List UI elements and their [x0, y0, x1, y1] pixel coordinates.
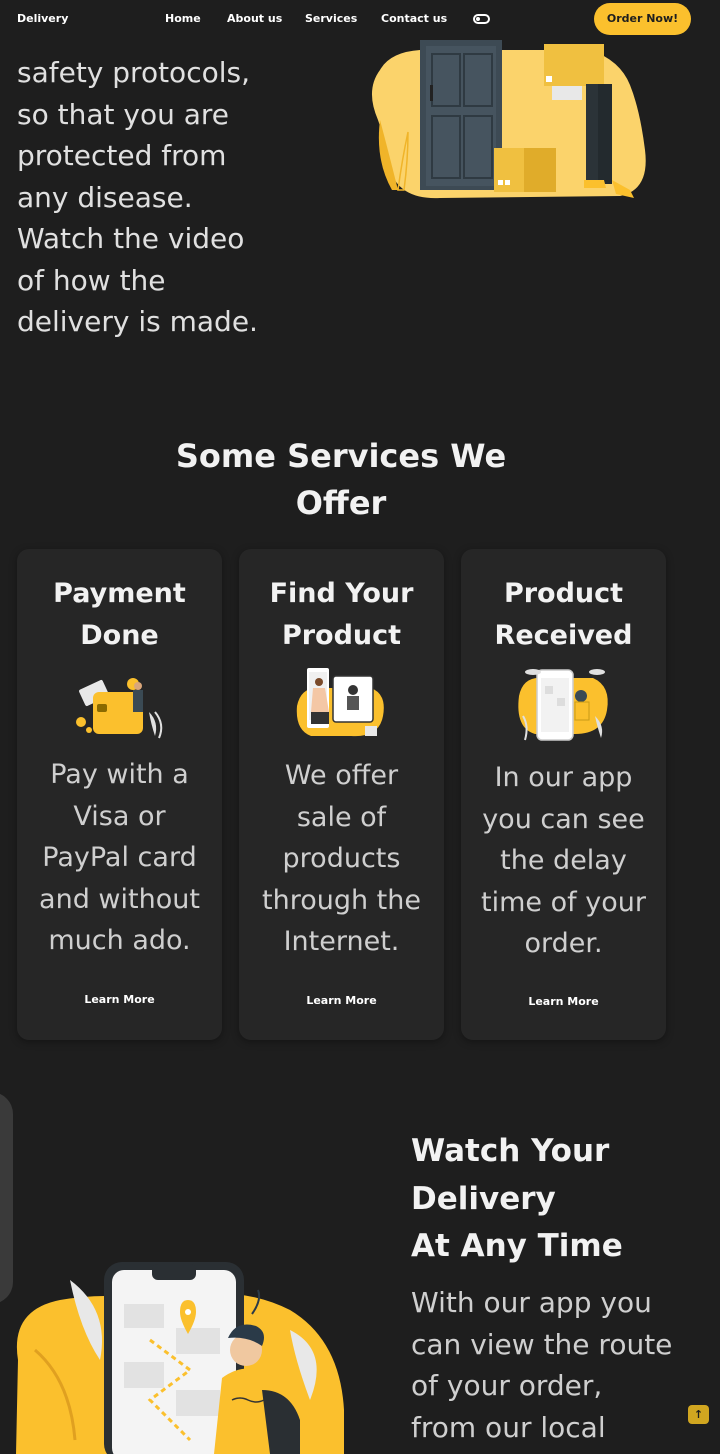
watch-desc-line: of your order, — [411, 1369, 603, 1402]
card-desc-line: order. — [524, 928, 603, 959]
card-title-line: Product — [281, 620, 402, 651]
watch-desc-line: can view the route — [411, 1327, 673, 1361]
arrow-up-icon: ↑ — [693, 1408, 704, 1421]
services-heading-line: Some Services We — [175, 437, 507, 475]
online-shopping-icon — [296, 668, 384, 737]
watch-heading-line: Delivery — [411, 1180, 556, 1217]
card-desc-line: much ado. — [48, 925, 191, 956]
card-desc-line: sale of — [296, 801, 387, 833]
service-card-product-received: Product Received In our app you can see … — [461, 549, 666, 1040]
watch-heading-line: Watch Your — [411, 1133, 610, 1169]
card-title-line: Payment — [53, 578, 186, 609]
learn-more-link[interactable]: Learn More — [17, 993, 222, 1006]
theme-toggle-icon[interactable] — [473, 14, 490, 24]
card-title: Find Your Product — [249, 573, 434, 657]
toggle-knob — [476, 17, 480, 21]
card-desc-line: you can see — [482, 803, 645, 835]
card-desc-line: Pay with a — [50, 759, 189, 790]
card-title-line: Product — [503, 578, 624, 609]
card-title-line: Done — [80, 620, 159, 651]
map-app-illustration — [16, 1262, 344, 1454]
card-title-line: Received — [494, 620, 633, 651]
card-description: We offer sale of products through the In… — [251, 755, 432, 963]
watch-desc-line: from our local — [411, 1410, 606, 1444]
nav-about-us[interactable]: About us — [227, 12, 282, 25]
card-desc-line: PayPal card — [42, 842, 197, 873]
hero-description: safety protocols, so that you are protec… — [17, 52, 317, 343]
card-title-line: Find Your — [269, 578, 414, 609]
brand-logo[interactable]: Delivery — [17, 12, 68, 25]
hero-line: of how the — [17, 263, 166, 297]
watch-description: With our app you can view the route of y… — [411, 1282, 711, 1448]
navbar: Delivery Home About us Services Contact … — [0, 0, 720, 40]
services-heading: Some Services We Offer — [170, 433, 512, 527]
order-now-button[interactable]: Order Now! — [594, 3, 691, 35]
card-desc-line: and without — [39, 883, 200, 915]
card-desc-line: time of your — [481, 886, 646, 918]
hero-line: safety protocols, — [17, 56, 250, 89]
card-desc-line: through the — [262, 884, 421, 916]
nav-services[interactable]: Services — [305, 12, 357, 25]
services-heading-line: Offer — [295, 484, 387, 522]
phone-delivery-icon — [518, 669, 608, 741]
card-desc-line: the delay — [500, 845, 627, 876]
wallet-payment-icon — [76, 678, 163, 739]
scroll-to-top-button[interactable]: ↑ — [688, 1405, 709, 1424]
nav-home[interactable]: Home — [165, 12, 201, 25]
card-description: In our app you can see the delay time of… — [473, 757, 654, 965]
delivery-door-illustration — [371, 40, 646, 199]
nav-contact-us[interactable]: Contact us — [381, 12, 447, 25]
card-desc-line: Visa or — [73, 800, 166, 832]
learn-more-link[interactable]: Learn More — [461, 995, 666, 1008]
card-description: Pay with a Visa or PayPal card and witho… — [29, 754, 210, 962]
hero-line: protected from — [17, 139, 227, 172]
card-title: Product Received — [471, 573, 656, 657]
card-desc-line: In our app — [494, 762, 633, 793]
card-desc-line: products — [282, 843, 401, 874]
hero-line: so that you are — [17, 97, 230, 131]
watch-heading-line: At Any Time — [411, 1228, 623, 1264]
hero-line: delivery is made. — [17, 305, 258, 338]
watch-desc-line: With our app you — [411, 1286, 652, 1319]
hero-line: Watch the video — [17, 222, 245, 255]
watch-heading: Watch Your Delivery At Any Time — [411, 1128, 711, 1271]
hero-line: any disease. — [17, 180, 193, 214]
learn-more-link[interactable]: Learn More — [239, 994, 444, 1007]
card-desc-line: Internet. — [283, 926, 400, 957]
service-card-payment: Payment Done Pay with a Visa or PayPal c… — [17, 549, 222, 1040]
card-desc-line: We offer — [284, 760, 399, 791]
service-card-find-product: Find Your Product We offer sale of produ… — [239, 549, 444, 1040]
card-title: Payment Done — [27, 573, 212, 657]
